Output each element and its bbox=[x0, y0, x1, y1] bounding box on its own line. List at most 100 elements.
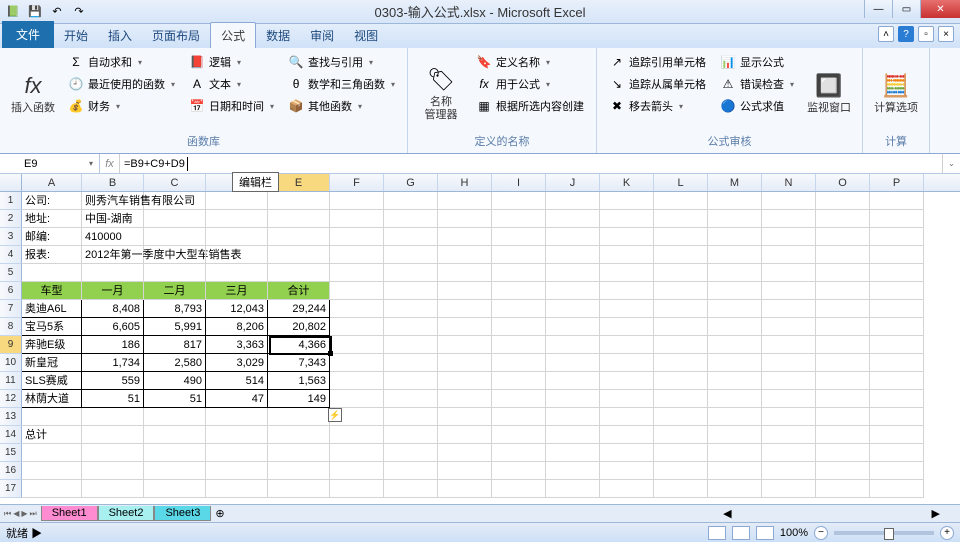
cell[interactable] bbox=[870, 336, 924, 354]
cell[interactable] bbox=[384, 444, 438, 462]
use-in-formula-button[interactable]: fx用于公式▾ bbox=[472, 74, 588, 94]
cell[interactable] bbox=[708, 210, 762, 228]
column-header-P[interactable]: P bbox=[870, 174, 924, 191]
cell[interactable] bbox=[384, 390, 438, 408]
cell[interactable] bbox=[708, 336, 762, 354]
cell[interactable] bbox=[654, 390, 708, 408]
sheet-tab-2[interactable]: Sheet2 bbox=[98, 506, 155, 521]
cell[interactable] bbox=[708, 444, 762, 462]
window-close-icon[interactable]: × bbox=[938, 26, 954, 42]
cell[interactable] bbox=[600, 480, 654, 498]
cell[interactable] bbox=[762, 390, 816, 408]
column-header-M[interactable]: M bbox=[708, 174, 762, 191]
cell[interactable] bbox=[206, 444, 268, 462]
cell[interactable] bbox=[600, 192, 654, 210]
cell[interactable] bbox=[330, 336, 384, 354]
cell[interactable] bbox=[330, 228, 384, 246]
fx-icon[interactable]: fx bbox=[100, 154, 120, 173]
cell[interactable]: 奔驰E级 bbox=[22, 336, 82, 354]
row-header-8[interactable]: 8 bbox=[0, 318, 22, 336]
cell[interactable] bbox=[708, 228, 762, 246]
cell[interactable] bbox=[438, 336, 492, 354]
cell[interactable] bbox=[82, 444, 144, 462]
math-button[interactable]: θ数学和三角函数▾ bbox=[284, 74, 399, 94]
cell[interactable] bbox=[492, 228, 546, 246]
cell[interactable] bbox=[870, 462, 924, 480]
cell[interactable] bbox=[816, 480, 870, 498]
cell[interactable] bbox=[600, 426, 654, 444]
cell[interactable] bbox=[816, 426, 870, 444]
cell[interactable]: 47 bbox=[206, 390, 268, 408]
cell[interactable]: 三月 bbox=[206, 282, 268, 300]
cell[interactable] bbox=[762, 210, 816, 228]
more-functions-button[interactable]: 📦其他函数▾ bbox=[284, 96, 399, 116]
cell[interactable] bbox=[546, 354, 600, 372]
cell[interactable] bbox=[206, 228, 268, 246]
cell[interactable]: 2,580 bbox=[144, 354, 206, 372]
tab-file[interactable]: 文件 bbox=[2, 21, 54, 48]
cell[interactable] bbox=[870, 444, 924, 462]
cell[interactable] bbox=[384, 426, 438, 444]
financial-button[interactable]: 💰财务▾ bbox=[64, 96, 179, 116]
tab-insert[interactable]: 插入 bbox=[98, 23, 142, 48]
datetime-button[interactable]: 📅日期和时间▾ bbox=[185, 96, 278, 116]
cell[interactable]: 合计 bbox=[268, 282, 330, 300]
cell[interactable] bbox=[438, 426, 492, 444]
row-header-13[interactable]: 13 bbox=[0, 408, 22, 426]
cell[interactable] bbox=[546, 192, 600, 210]
cell[interactable] bbox=[762, 444, 816, 462]
cell[interactable] bbox=[546, 408, 600, 426]
cell[interactable] bbox=[870, 228, 924, 246]
normal-view-button[interactable] bbox=[708, 526, 726, 540]
cell[interactable] bbox=[492, 462, 546, 480]
column-header-H[interactable]: H bbox=[438, 174, 492, 191]
tab-formulas[interactable]: 公式 bbox=[210, 22, 256, 48]
cell[interactable] bbox=[870, 282, 924, 300]
column-header-N[interactable]: N bbox=[762, 174, 816, 191]
cell[interactable] bbox=[330, 192, 384, 210]
cell[interactable]: 8,408 bbox=[82, 300, 144, 318]
cell[interactable] bbox=[330, 390, 384, 408]
name-box[interactable]: E9 bbox=[0, 154, 100, 173]
cell[interactable] bbox=[708, 426, 762, 444]
cell[interactable] bbox=[330, 426, 384, 444]
cell[interactable] bbox=[546, 300, 600, 318]
cell[interactable] bbox=[492, 282, 546, 300]
cell[interactable] bbox=[816, 246, 870, 264]
cell[interactable] bbox=[762, 354, 816, 372]
cell[interactable] bbox=[762, 300, 816, 318]
cell[interactable] bbox=[762, 408, 816, 426]
cell[interactable] bbox=[546, 444, 600, 462]
cell[interactable] bbox=[330, 300, 384, 318]
cell[interactable]: 51 bbox=[144, 390, 206, 408]
cell[interactable] bbox=[870, 390, 924, 408]
cell[interactable] bbox=[870, 210, 924, 228]
cell[interactable]: 51 bbox=[82, 390, 144, 408]
cell[interactable] bbox=[654, 354, 708, 372]
cell[interactable] bbox=[600, 210, 654, 228]
cell[interactable] bbox=[762, 462, 816, 480]
cell[interactable] bbox=[438, 390, 492, 408]
select-all-corner[interactable] bbox=[0, 174, 22, 191]
cell[interactable] bbox=[708, 282, 762, 300]
cell[interactable] bbox=[654, 318, 708, 336]
cell[interactable] bbox=[492, 354, 546, 372]
cell[interactable] bbox=[144, 444, 206, 462]
help-icon[interactable]: ? bbox=[898, 26, 914, 42]
cell[interactable]: 地址: bbox=[22, 210, 82, 228]
cell[interactable] bbox=[708, 318, 762, 336]
cell[interactable] bbox=[330, 282, 384, 300]
cell[interactable] bbox=[816, 354, 870, 372]
cell[interactable] bbox=[870, 408, 924, 426]
cell[interactable] bbox=[384, 282, 438, 300]
cell[interactable] bbox=[546, 264, 600, 282]
cell[interactable] bbox=[654, 228, 708, 246]
cell[interactable] bbox=[268, 246, 330, 264]
cell[interactable] bbox=[708, 300, 762, 318]
cell[interactable]: 4,366 bbox=[268, 336, 330, 354]
cell[interactable] bbox=[600, 444, 654, 462]
column-header-O[interactable]: O bbox=[816, 174, 870, 191]
cell[interactable] bbox=[708, 354, 762, 372]
cell[interactable] bbox=[330, 210, 384, 228]
cell[interactable] bbox=[600, 246, 654, 264]
